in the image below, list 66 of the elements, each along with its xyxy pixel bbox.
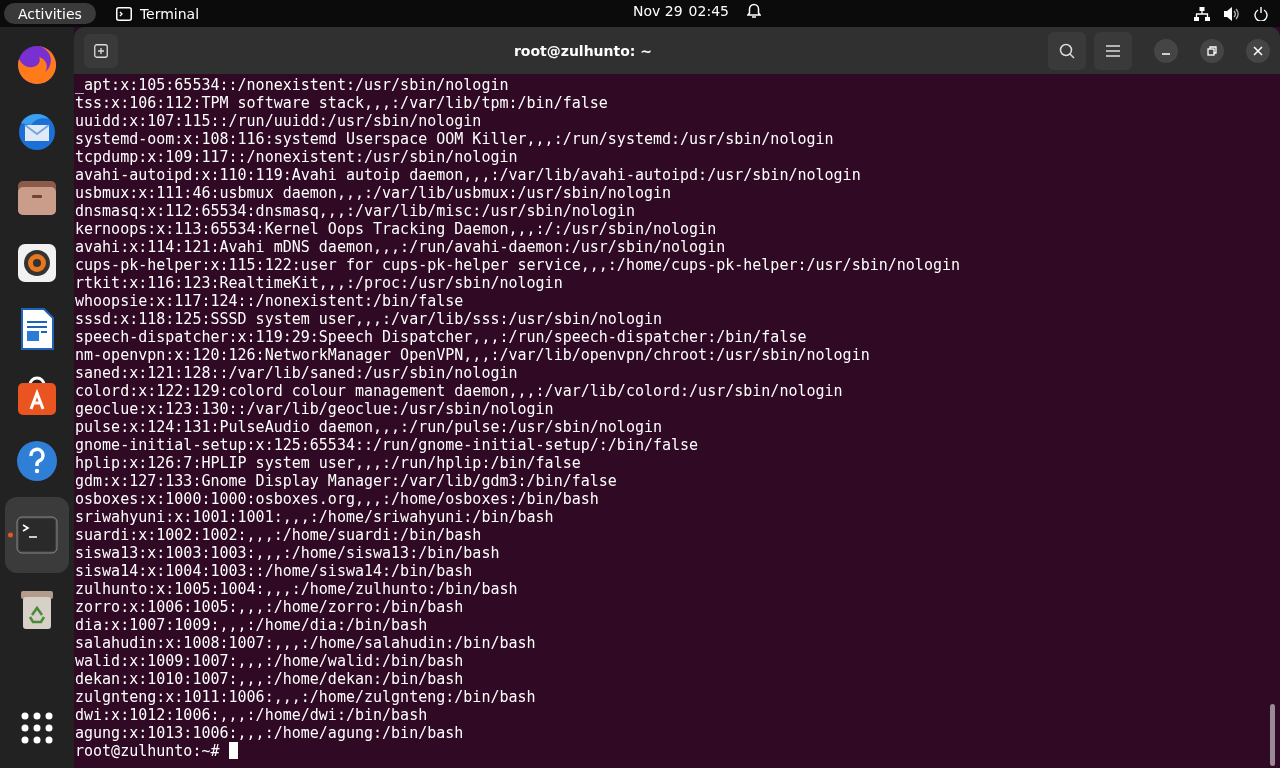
- terminal-line: saned:x:121:128::/var/lib/saned:/usr/sbin/nologin: [75, 364, 518, 382]
- terminal-line: rtkit:x:116:123:RealtimeKit,,,:/proc:/usr/sbin/nologin: [75, 274, 563, 292]
- terminal-line: siswa13:x:1003:1003:,,,:/home/siswa13:/bin/bash: [75, 544, 500, 562]
- menu-icon: [1106, 44, 1120, 57]
- terminal-line: suardi:x:1002:1002:,,,:/home/suardi:/bin/bash: [75, 526, 482, 544]
- new-tab-icon: [94, 43, 108, 58]
- terminal-line: nm-openvpn:x:120:126:NetworkManager OpenVPN,,,:/var/lib/openvpn/chroot:/usr/sbin/nologin: [75, 346, 870, 364]
- terminal-icon: [115, 6, 132, 21]
- restore-button[interactable]: [1200, 38, 1224, 63]
- search-icon: [1059, 42, 1075, 59]
- terminal-line: _apt:x:105:65534::/nonexistent:/usr/sbin/nologin: [75, 76, 509, 94]
- terminal-line: dia:x:1007:1009:,,,:/home/dia:/bin/bash: [75, 616, 428, 634]
- app-grid-icon: [20, 711, 54, 745]
- terminal-line: dekan:x:1010:1007:,,,:/home/dekan:/bin/bash: [75, 670, 464, 688]
- terminal-line: colord:x:122:129:colord colour management daemon,,,:/var/lib/colord:/usr/sbin/nologin: [75, 382, 843, 400]
- terminal-line: gnome-initial-setup:x:125:65534::/run/gnome-initial-setup/:/bin/false: [75, 436, 699, 454]
- terminal-line: hplip:x:126:7:HPLIP system user,,,:/run/hplip:/bin/false: [75, 454, 581, 472]
- terminal-line: siswa14:x:1004:1003::/home/siswa14:/bin/bash: [75, 562, 473, 580]
- network-icon: [1194, 6, 1210, 21]
- text-cursor: [228, 742, 238, 759]
- terminal-line: walid:x:1009:1007:,,,:/home/walid:/bin/bash: [75, 652, 464, 670]
- terminal-line: salahudin:x:1008:1007:,,,:/home/salahudin:/bin/bash: [75, 634, 536, 652]
- speaker-icon: [15, 241, 59, 285]
- terminal-line: zulhunto:x:1005:1004:,,,:/home/zulhunto:/bin/bash: [75, 580, 518, 598]
- menu-button[interactable]: [1094, 31, 1132, 70]
- terminal-line: whoopsie:x:117:124::/nonexistent:/bin/false: [75, 292, 464, 310]
- terminal-line: kernoops:x:113:65534:Kernel Oops Tracking Daemon,,,:/:/usr/sbin/nologin: [75, 220, 717, 238]
- power-icon: [1254, 6, 1268, 21]
- activities-button[interactable]: Activities: [4, 3, 96, 24]
- terminal-line: agung:x:1013:1006:,,,:/home/agung:/bin/bash: [75, 724, 464, 742]
- terminal-icon: [15, 513, 59, 557]
- clock-button[interactable]: Nov 29 02:45: [633, 3, 761, 19]
- terminal-line: systemd-oom:x:108:116:systemd Userspace OOM Killer,,,:/run/systemd:/usr/sbin/nologin: [75, 130, 834, 148]
- window-title: root@zulhunto: ~: [512, 42, 654, 59]
- app-name: Terminal: [139, 5, 200, 22]
- terminal-line: cups-pk-helper:x:115:122:user for cups-pk-helper service,,,:/home/cups-pk-helper:/usr/sbin/nologin: [75, 256, 960, 274]
- terminal-line: geoclue:x:123:130::/var/lib/geoclue:/usr/sbin/nologin: [75, 400, 554, 418]
- terminal-line: zorro:x:1006:1005:,,,:/home/zorro:/bin/bash: [75, 598, 464, 616]
- terminal-line: avahi-autoipd:x:110:119:Avahi autoip daemon,,,:/var/lib/avahi-autoipd:/usr/sbin/nologin: [75, 166, 861, 184]
- terminal-line: avahi:x:114:121:Avahi mDNS daemon,,,:/run/avahi-daemon:/usr/sbin/nologin: [75, 238, 726, 256]
- terminal-line: sriwahyuni:x:1001:1001:,,,:/home/sriwahyuni:/bin/bash: [75, 508, 554, 526]
- help-icon: [15, 439, 59, 483]
- close-icon: [1253, 45, 1263, 56]
- minimize-button[interactable]: [1154, 38, 1178, 63]
- terminal-line: dwi:x:1012:1006:,,,:/home/dwi:/bin/bash: [75, 706, 428, 724]
- terminal-line: usbmux:x:111:46:usbmux daemon,,,:/var/lib/usbmux:/usr/sbin/nologin: [75, 184, 672, 202]
- search-button[interactable]: [1048, 31, 1086, 70]
- volume-icon: [1224, 6, 1240, 21]
- terminal-line: tcpdump:x:109:117::/nonexistent:/usr/sbin/nologin: [75, 148, 518, 166]
- new-tab-button[interactable]: [84, 33, 118, 68]
- notification-bell-icon: [746, 3, 761, 19]
- terminal-line: tss:x:106:112:TPM software stack,,,:/var/lib/tpm:/bin/false: [75, 94, 608, 112]
- terminal-line: dnsmasq:x:112:65534:dnsmasq,,,:/var/lib/misc:/usr/sbin/nologin: [75, 202, 635, 220]
- terminal-line: gdm:x:127:133:Gnome Display Manager:/var/lib/gdm3:/bin/false: [75, 472, 617, 490]
- terminal-line: uuidd:x:107:115::/run/uuidd:/usr/sbin/nologin: [75, 112, 482, 130]
- restore-icon: [1207, 45, 1217, 56]
- terminal-line: speech-dispatcher:x:119:29:Speech Dispatcher,,,:/run/speech-dispatcher:/bin/false: [75, 328, 807, 346]
- terminal-line: zulgnteng:x:1011:1006:,,,:/home/zulgnteng:/bin/bash: [75, 688, 536, 706]
- running-indicator: [8, 532, 13, 538]
- close-button[interactable]: [1246, 38, 1270, 63]
- terminal-line: osboxes:x:1000:1000:osboxes.org,,,:/home/osboxes:/bin/bash: [75, 490, 599, 508]
- terminal-line: pulse:x:124:131:PulseAudio daemon,,,:/run/pulse:/usr/sbin/nologin: [75, 418, 662, 436]
- shell-prompt: root@zulhunto:~#: [75, 742, 220, 760]
- terminal-line: sssd:x:118:125:SSSD system user,,,:/var/lib/sss:/usr/sbin/nologin: [75, 310, 662, 328]
- minimize-icon: [1162, 52, 1170, 55]
- browser-icon: [15, 43, 59, 87]
